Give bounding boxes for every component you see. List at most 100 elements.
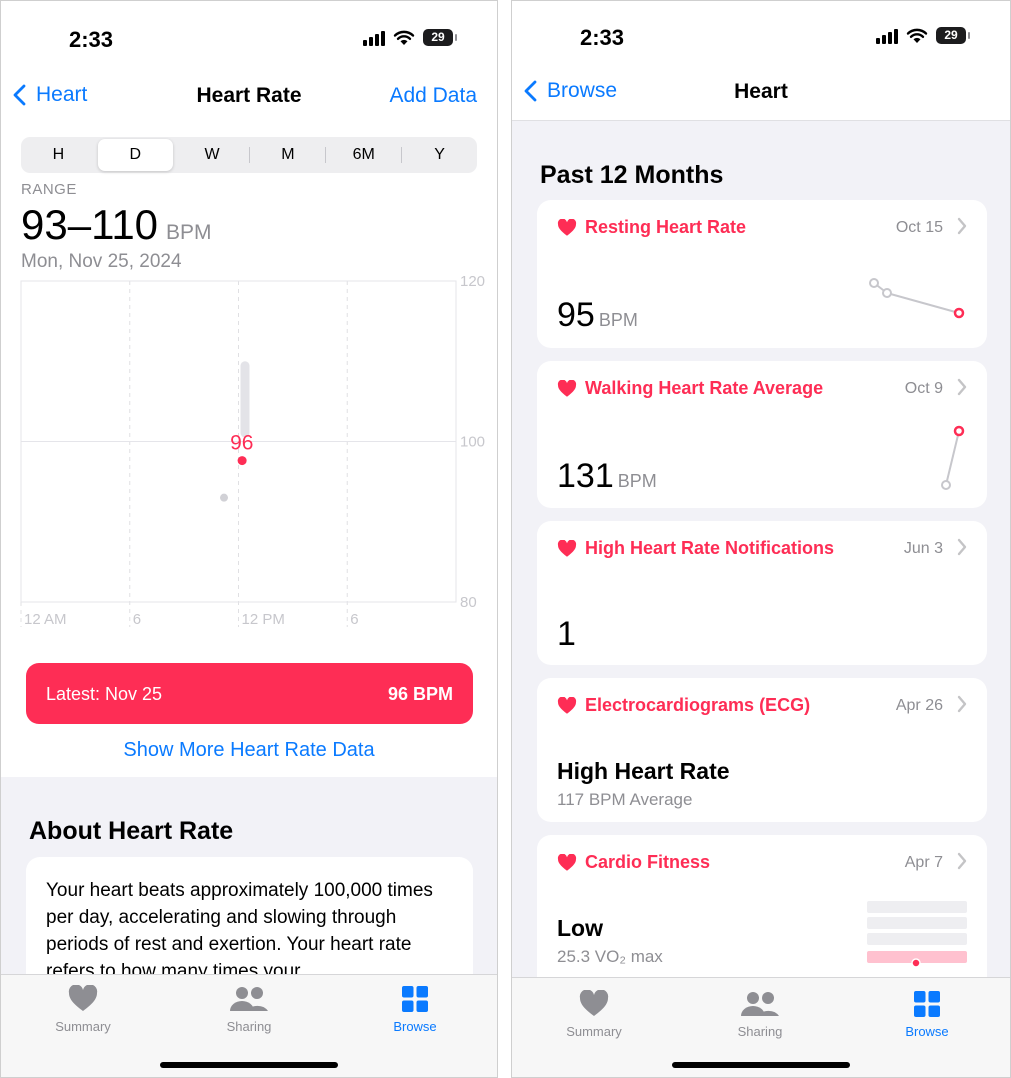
x-tick-label: 12 PM [242, 611, 285, 628]
people-icon [741, 992, 779, 1016]
battery-icon: 29 [936, 27, 970, 44]
resting-trend-sparkline [869, 278, 965, 319]
home-indicator [160, 1062, 338, 1068]
wifi-icon [906, 28, 928, 43]
x-tick-label: 6 [133, 611, 141, 628]
section-title: Past 12 Months [540, 161, 724, 189]
value-number: 131 [557, 457, 614, 495]
segment-w[interactable]: W [175, 137, 250, 173]
card-value: 131 BPM [557, 457, 657, 496]
range-date: Mon, Nov 25, 2024 [21, 251, 182, 272]
selected-data-point [237, 456, 247, 466]
tab-label: Sharing [737, 1024, 783, 1039]
card-high-heart-rate-notifications[interactable]: High Heart Rate Notifications Jun 3 1 [537, 521, 987, 665]
card-title: Walking Heart Rate Average [585, 378, 824, 398]
tab-sharing[interactable]: Sharing [199, 985, 299, 1034]
status-bar: 2:33 29 [1, 1, 497, 71]
range-value: 93–110 BPM [21, 201, 212, 249]
heart-icon [557, 379, 577, 397]
tab-label: Sharing [226, 1019, 272, 1034]
card-date: Oct 15 [895, 219, 943, 236]
segment-m[interactable]: M [250, 137, 325, 173]
cellular-signal-icon [876, 28, 898, 44]
tab-summary[interactable]: Summary [544, 990, 644, 1039]
segment-6m[interactable]: 6M [326, 137, 401, 173]
walking-trend-sparkline [941, 425, 965, 490]
grid-icon [914, 991, 940, 1017]
heart-icon [557, 218, 577, 236]
card-title: Resting Heart Rate [585, 217, 747, 237]
card-title: Cardio Fitness [585, 852, 711, 872]
card-value: 1 [557, 615, 576, 653]
card-value: Low [557, 915, 603, 941]
card-electrocardiograms[interactable]: Electrocardiograms (ECG) Apr 26 High Hea… [537, 678, 987, 822]
status-bar: 2:33 29 [512, 1, 1010, 71]
tab-summary[interactable]: Summary [33, 985, 133, 1034]
heart-icon [557, 539, 577, 557]
tab-bar: Summary Sharing Browse [1, 974, 497, 1077]
card-walking-heart-rate[interactable]: Walking Heart Rate Average Oct 9 131 BPM [537, 361, 987, 508]
x-tick-label: 12 AM [24, 611, 67, 628]
status-time: 2:33 [69, 27, 114, 52]
value-unit: BPM [617, 471, 657, 491]
range-bar [240, 361, 250, 438]
tab-label: Summary [566, 1024, 622, 1039]
value-unit: BPM [598, 310, 638, 330]
card-subvalue: 25.3 VO₂ max [557, 947, 663, 966]
heart-rate-chart[interactable]: 80 100 120 12 AM 6 12 PM 6 96 [1, 271, 498, 641]
show-more-data-link[interactable]: Show More Heart Rate Data [1, 739, 497, 762]
x-tick-label: 6 [350, 611, 358, 628]
y-tick-label: 80 [460, 594, 477, 611]
add-data-button[interactable]: Add Data [389, 84, 477, 108]
latest-label: Latest: Nov 25 [46, 684, 163, 704]
chevron-right-icon [957, 538, 967, 556]
range-unit: BPM [166, 221, 212, 244]
heart-rate-screen: 2:33 29 Heart Heart Rate Add Data H D W … [0, 0, 498, 1078]
tab-label: Browse [393, 1019, 437, 1034]
cardio-fitness-level-gauge [867, 901, 967, 968]
navigation-bar: Heart Heart Rate Add Data [1, 71, 497, 123]
tab-sharing[interactable]: Sharing [710, 990, 810, 1039]
card-title: High Heart Rate Notifications [585, 538, 835, 558]
card-date: Oct 9 [904, 380, 943, 397]
segment-h[interactable]: H [21, 137, 96, 173]
card-resting-heart-rate[interactable]: Resting Heart Rate Oct 15 95 BPM [537, 200, 987, 348]
card-title: Electrocardiograms (ECG) [585, 695, 811, 715]
tab-label: Browse [905, 1024, 949, 1039]
page-title: Heart [734, 80, 788, 103]
grid-icon [402, 986, 428, 1012]
card-subvalue: 117 BPM Average [557, 790, 693, 809]
heart-icon [557, 696, 577, 714]
segment-d[interactable]: D [97, 139, 173, 171]
heart-icon [557, 853, 577, 871]
tab-label: Summary [55, 1019, 111, 1034]
card-cardio-fitness[interactable]: Cardio Fitness Apr 7 Low 25.3 VO₂ max [537, 835, 987, 995]
status-time: 2:33 [580, 25, 625, 50]
card-date: Jun 3 [903, 540, 943, 557]
heart-icon [68, 985, 98, 1011]
heart-icon [579, 990, 609, 1016]
card-date: Apr 26 [895, 697, 943, 714]
time-range-segmented-control: H D W M 6M Y [21, 137, 477, 173]
y-tick-label: 120 [460, 273, 485, 290]
cellular-signal-icon [363, 30, 385, 46]
card-value: 95 BPM [557, 296, 638, 335]
chevron-right-icon [957, 852, 967, 870]
segment-y[interactable]: Y [402, 137, 477, 173]
chevron-right-icon [957, 217, 967, 235]
card-value: High Heart Rate [557, 758, 730, 784]
tab-browse[interactable]: Browse [877, 990, 977, 1039]
battery-icon: 29 [423, 29, 457, 46]
value-number: 95 [557, 296, 595, 334]
data-point [220, 493, 228, 502]
latest-value: 96 BPM [387, 684, 453, 704]
selected-point-label: 96 [230, 432, 253, 455]
range-number: 93–110 [21, 201, 159, 248]
heart-browse-screen: 2:33 29 Browse Heart Past 12 Months Rest… [511, 0, 1011, 1078]
wifi-icon [393, 30, 415, 45]
card-date: Apr 7 [904, 854, 943, 871]
y-tick-label: 100 [460, 434, 485, 451]
tab-browse[interactable]: Browse [365, 985, 465, 1034]
latest-reading-banner[interactable]: Latest: Nov 25 96 BPM [26, 663, 473, 724]
home-indicator [672, 1062, 850, 1068]
